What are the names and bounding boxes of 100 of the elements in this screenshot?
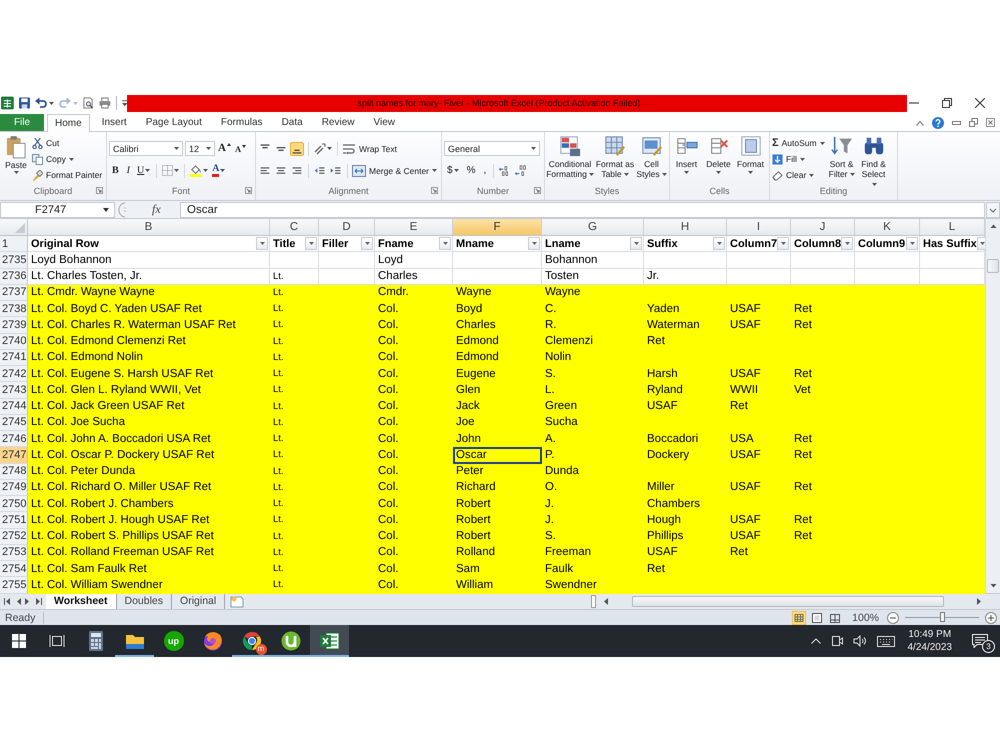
dialog-launcher-icon[interactable] [96, 187, 103, 194]
sheet-tab[interactable]: Worksheet [46, 594, 116, 608]
find-select-button[interactable]: Find & Select [858, 134, 889, 189]
filter-button[interactable] [630, 237, 642, 250]
ribbon-tab[interactable]: Page Layout [138, 114, 209, 131]
column-header[interactable]: D [319, 219, 375, 235]
row-number[interactable]: 2754 [0, 561, 28, 578]
grid-view-icon[interactable] [792, 610, 806, 624]
help-icon[interactable] [932, 116, 944, 128]
fill-color-button[interactable] [189, 162, 210, 178]
page-magnifier-icon[interactable] [82, 97, 94, 109]
ribbon-button[interactable]: Cell Styles [636, 134, 667, 179]
row-number[interactable]: 2745 [0, 414, 28, 431]
borders-button[interactable] [161, 162, 180, 178]
speaker-icon[interactable] [852, 635, 866, 647]
right-arrow-icon[interactable] [977, 598, 982, 605]
dialog-launcher-icon[interactable] [245, 187, 252, 194]
ribbon-tab[interactable]: Data [274, 114, 310, 131]
row-number[interactable]: 2737 [0, 284, 28, 301]
filter-button[interactable] [841, 237, 854, 250]
row-number[interactable]: 2747 [0, 447, 28, 464]
clock[interactable]: 10:49 PM 4/24/2023 [900, 625, 960, 657]
column-header[interactable]: C [270, 219, 319, 235]
window-panes-icon[interactable] [12, 634, 26, 648]
ribbon-tab[interactable]: Formulas [214, 114, 270, 131]
column-header[interactable]: B [28, 219, 270, 235]
scroll-thumb[interactable] [987, 259, 999, 273]
fill-button[interactable]: Fill [772, 151, 825, 167]
first-arrow-icon[interactable] [4, 598, 12, 605]
row-number[interactable]: 2735 [0, 252, 28, 268]
row-number[interactable]: 2748 [0, 464, 28, 480]
new-sheet-icon[interactable] [229, 596, 246, 608]
scroll-thumb[interactable] [632, 596, 944, 607]
restore-icon[interactable] [942, 98, 952, 108]
number-format-dropdown[interactable]: General [444, 141, 540, 156]
bold-button[interactable]: B [109, 162, 122, 178]
camera-icon[interactable] [830, 635, 842, 647]
spreadsheet-icon[interactable] [1, 96, 14, 110]
minus-circle-icon[interactable] [887, 612, 899, 624]
ribbon-tab[interactable]: Insert [94, 114, 134, 131]
last-arrow-icon[interactable] [34, 598, 42, 605]
chevron-down-icon[interactable] [986, 202, 1000, 218]
slider-thumb[interactable] [940, 612, 945, 622]
copy-button[interactable]: Copy [32, 151, 102, 167]
taskbar-button[interactable]: m [232, 625, 271, 657]
italic-button[interactable]: I [124, 162, 134, 178]
autosum-button[interactable]: Σ AutoSum [772, 135, 825, 151]
row-number[interactable]: 2752 [0, 528, 28, 545]
filter-button[interactable] [256, 237, 268, 250]
column-header[interactable]: J [791, 219, 855, 235]
orientation-button[interactable] [313, 140, 333, 156]
font-size-dropdown[interactable]: 12 [185, 141, 215, 156]
row-number[interactable]: 2755 [0, 577, 28, 594]
paste-button[interactable]: Paste [2, 134, 30, 174]
filter-button[interactable] [439, 237, 451, 250]
row-number[interactable]: 2739 [0, 317, 28, 334]
keyboard-icon[interactable] [876, 636, 894, 646]
decrease-decimal-icon[interactable] [514, 164, 528, 178]
ribbon-button[interactable]: Format [735, 134, 766, 174]
close-icon[interactable] [975, 98, 985, 108]
column-header[interactable]: H [644, 219, 727, 235]
plus-circle-icon[interactable] [985, 612, 997, 624]
wrap-text-button[interactable]: Wrap Text [342, 140, 397, 156]
right-arrow-icon[interactable] [25, 598, 30, 605]
filter-button[interactable] [528, 237, 540, 250]
dialog-launcher-icon[interactable] [534, 187, 541, 194]
left-arrow-icon[interactable] [603, 598, 608, 605]
page-view-icon[interactable] [810, 610, 824, 624]
align-bottom-icon[interactable] [290, 142, 304, 156]
row-number[interactable]: 2753 [0, 544, 28, 561]
row-number[interactable]: 2744 [0, 398, 28, 415]
merge-center-button[interactable]: Merge & Center [352, 162, 437, 178]
row-number[interactable]: 2750 [0, 496, 28, 512]
ribbon-tab[interactable]: Home [47, 114, 90, 132]
row-number[interactable]: 1 [0, 236, 28, 252]
minimize-icon[interactable] [909, 102, 919, 104]
ribbon-tab[interactable]: View [366, 114, 402, 131]
ribbon-button[interactable]: Insert [671, 134, 702, 174]
undo-icon[interactable] [34, 97, 47, 109]
shrink-font-button[interactable]: A [234, 140, 248, 156]
font-color-button[interactable]: A [211, 162, 226, 178]
filter-button[interactable] [906, 237, 918, 250]
currency-button[interactable]: $ [444, 162, 462, 178]
sort-filter-button[interactable]: Sort & Filter [826, 134, 857, 179]
row-number[interactable]: 2740 [0, 334, 28, 350]
ribbon-button[interactable]: Delete [703, 134, 734, 174]
insert-function-button[interactable]: fx [152, 202, 180, 217]
cut-button[interactable]: Cut [32, 135, 102, 151]
underline-button[interactable]: U [135, 162, 152, 178]
ribbon-button[interactable]: Format as Table [595, 134, 635, 179]
ribbon-tab[interactable]: File [0, 114, 44, 131]
row-number[interactable]: 2742 [0, 366, 28, 382]
row-number[interactable]: 2741 [0, 350, 28, 366]
row-number[interactable]: 2738 [0, 301, 28, 318]
row-number[interactable]: 2751 [0, 512, 28, 528]
row-number[interactable]: 2743 [0, 382, 28, 398]
column-header[interactable]: F [453, 219, 542, 235]
row-number[interactable]: 2736 [0, 268, 28, 285]
comma-button[interactable]: , [480, 162, 490, 178]
filter-button[interactable] [361, 237, 373, 250]
